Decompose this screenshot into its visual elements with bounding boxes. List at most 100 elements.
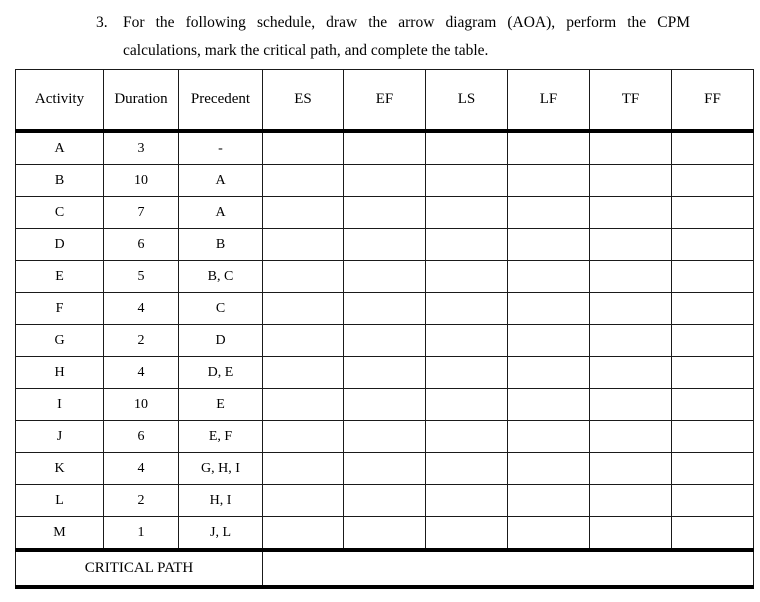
- cell-ff-blank[interactable]: [671, 130, 754, 165]
- cell-es-blank[interactable]: [262, 484, 344, 517]
- cell-ff-blank[interactable]: [671, 324, 754, 357]
- cell-tf-blank[interactable]: [589, 292, 672, 325]
- cell-precedent: A: [178, 164, 263, 197]
- cell-ef-blank[interactable]: [343, 292, 426, 325]
- cell-es-blank[interactable]: [262, 388, 344, 421]
- cell-tf-blank[interactable]: [589, 420, 672, 453]
- cell-ef-blank[interactable]: [343, 196, 426, 229]
- cell-es-blank[interactable]: [262, 420, 344, 453]
- cell-tf-blank[interactable]: [589, 356, 672, 389]
- cell-ls-blank[interactable]: [425, 130, 508, 165]
- cell-ls-blank[interactable]: [425, 228, 508, 261]
- cell-ef-blank[interactable]: [343, 452, 426, 485]
- cell-lf-blank[interactable]: [507, 420, 590, 453]
- cell-es-blank[interactable]: [262, 324, 344, 357]
- cell-ef-blank[interactable]: [343, 130, 426, 165]
- cell-ls-blank[interactable]: [425, 516, 508, 551]
- cell-es-blank[interactable]: [262, 196, 344, 229]
- cell-ef-blank[interactable]: [343, 324, 426, 357]
- cell-ef-blank[interactable]: [343, 484, 426, 517]
- cell-ff-blank[interactable]: [671, 388, 754, 421]
- cell-precedent: H, I: [178, 484, 263, 517]
- cell-ls-blank[interactable]: [425, 452, 508, 485]
- cell-activity: A: [15, 130, 104, 165]
- cell-activity: L: [15, 484, 104, 517]
- header-row: Activity Duration Precedent ES EF LS LF …: [15, 69, 754, 133]
- cell-tf-blank[interactable]: [589, 130, 672, 165]
- cell-precedent: B: [178, 228, 263, 261]
- header-es: ES: [262, 69, 344, 133]
- cell-tf-blank[interactable]: [589, 516, 672, 551]
- cell-ff-blank[interactable]: [671, 420, 754, 453]
- cell-ls-blank[interactable]: [425, 420, 508, 453]
- cell-ff-blank[interactable]: [671, 356, 754, 389]
- table-row: J 6 E, F: [15, 420, 754, 453]
- cell-tf-blank[interactable]: [589, 452, 672, 485]
- question-line-1: For the following schedule, draw the arr…: [123, 14, 690, 31]
- cell-tf-blank[interactable]: [589, 388, 672, 421]
- header-ls: LS: [425, 69, 508, 133]
- cell-ls-blank[interactable]: [425, 164, 508, 197]
- cell-lf-blank[interactable]: [507, 292, 590, 325]
- cell-activity: J: [15, 420, 104, 453]
- cell-precedent: G, H, I: [178, 452, 263, 485]
- cell-ff-blank[interactable]: [671, 196, 754, 229]
- cell-ff-blank[interactable]: [671, 484, 754, 517]
- cell-ls-blank[interactable]: [425, 324, 508, 357]
- cell-ls-blank[interactable]: [425, 388, 508, 421]
- cell-lf-blank[interactable]: [507, 452, 590, 485]
- cell-ef-blank[interactable]: [343, 388, 426, 421]
- cell-ff-blank[interactable]: [671, 292, 754, 325]
- cell-tf-blank[interactable]: [589, 260, 672, 293]
- cell-es-blank[interactable]: [262, 228, 344, 261]
- cell-ef-blank[interactable]: [343, 164, 426, 197]
- cell-ls-blank[interactable]: [425, 484, 508, 517]
- cell-ff-blank[interactable]: [671, 260, 754, 293]
- cell-tf-blank[interactable]: [589, 324, 672, 357]
- cell-lf-blank[interactable]: [507, 516, 590, 551]
- table-row: B 10 A: [15, 164, 754, 197]
- critical-path-cell[interactable]: [262, 548, 754, 589]
- cell-ff-blank[interactable]: [671, 516, 754, 551]
- cell-es-blank[interactable]: [262, 452, 344, 485]
- cell-lf-blank[interactable]: [507, 164, 590, 197]
- cell-ls-blank[interactable]: [425, 292, 508, 325]
- cell-tf-blank[interactable]: [589, 484, 672, 517]
- cell-es-blank[interactable]: [262, 260, 344, 293]
- cell-es-blank[interactable]: [262, 130, 344, 165]
- cell-tf-blank[interactable]: [589, 228, 672, 261]
- cell-ef-blank[interactable]: [343, 260, 426, 293]
- cell-lf-blank[interactable]: [507, 388, 590, 421]
- table-row: D6B: [15, 228, 754, 261]
- cell-ff-blank[interactable]: [671, 452, 754, 485]
- cell-es-blank[interactable]: [262, 292, 344, 325]
- cell-lf-blank[interactable]: [507, 324, 590, 357]
- cell-lf-blank[interactable]: [507, 484, 590, 517]
- cell-tf-blank[interactable]: [589, 196, 672, 229]
- cell-ef-blank[interactable]: [343, 516, 426, 551]
- cell-lf-blank[interactable]: [507, 356, 590, 389]
- cell-activity: M: [15, 516, 104, 551]
- cell-lf-blank[interactable]: [507, 196, 590, 229]
- cell-lf-blank[interactable]: [507, 260, 590, 293]
- cell-es-blank[interactable]: [262, 164, 344, 197]
- header-lf: LF: [507, 69, 590, 133]
- cell-tf-blank[interactable]: [589, 164, 672, 197]
- cell-ls-blank[interactable]: [425, 356, 508, 389]
- cell-ff-blank[interactable]: [671, 164, 754, 197]
- table-row: M 1 J, L: [15, 516, 754, 551]
- cell-es-blank[interactable]: [262, 516, 344, 551]
- cell-activity: I: [15, 388, 104, 421]
- cell-lf-blank[interactable]: [507, 228, 590, 261]
- cell-lf-blank[interactable]: [507, 130, 590, 165]
- cell-precedent: C: [178, 292, 263, 325]
- cell-ls-blank[interactable]: [425, 260, 508, 293]
- cell-ef-blank[interactable]: [343, 420, 426, 453]
- cell-ef-blank[interactable]: [343, 228, 426, 261]
- table-row: E 5 B, C: [15, 260, 754, 293]
- cell-activity: H: [15, 356, 104, 389]
- cell-ls-blank[interactable]: [425, 196, 508, 229]
- cell-ff-blank[interactable]: [671, 228, 754, 261]
- cell-es-blank[interactable]: [262, 356, 344, 389]
- cell-ef-blank[interactable]: [343, 356, 426, 389]
